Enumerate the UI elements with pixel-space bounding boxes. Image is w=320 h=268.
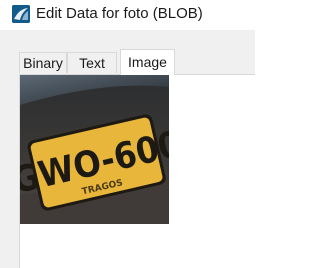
tab-image-label: Image [128, 54, 167, 70]
title-bar: Edit Data for foto (BLOB) [0, 0, 255, 30]
tab-binary[interactable]: Binary [19, 52, 67, 73]
tab-binary-label: Binary [23, 55, 63, 71]
blob-image-preview: GWO-600 TRAGOS [20, 75, 169, 224]
tab-text[interactable]: Text [67, 52, 117, 73]
tab-text-label: Text [79, 55, 105, 71]
mysql-workbench-icon [12, 5, 30, 23]
window-title: Edit Data for foto (BLOB) [36, 5, 203, 22]
tab-image[interactable]: Image [120, 49, 175, 75]
